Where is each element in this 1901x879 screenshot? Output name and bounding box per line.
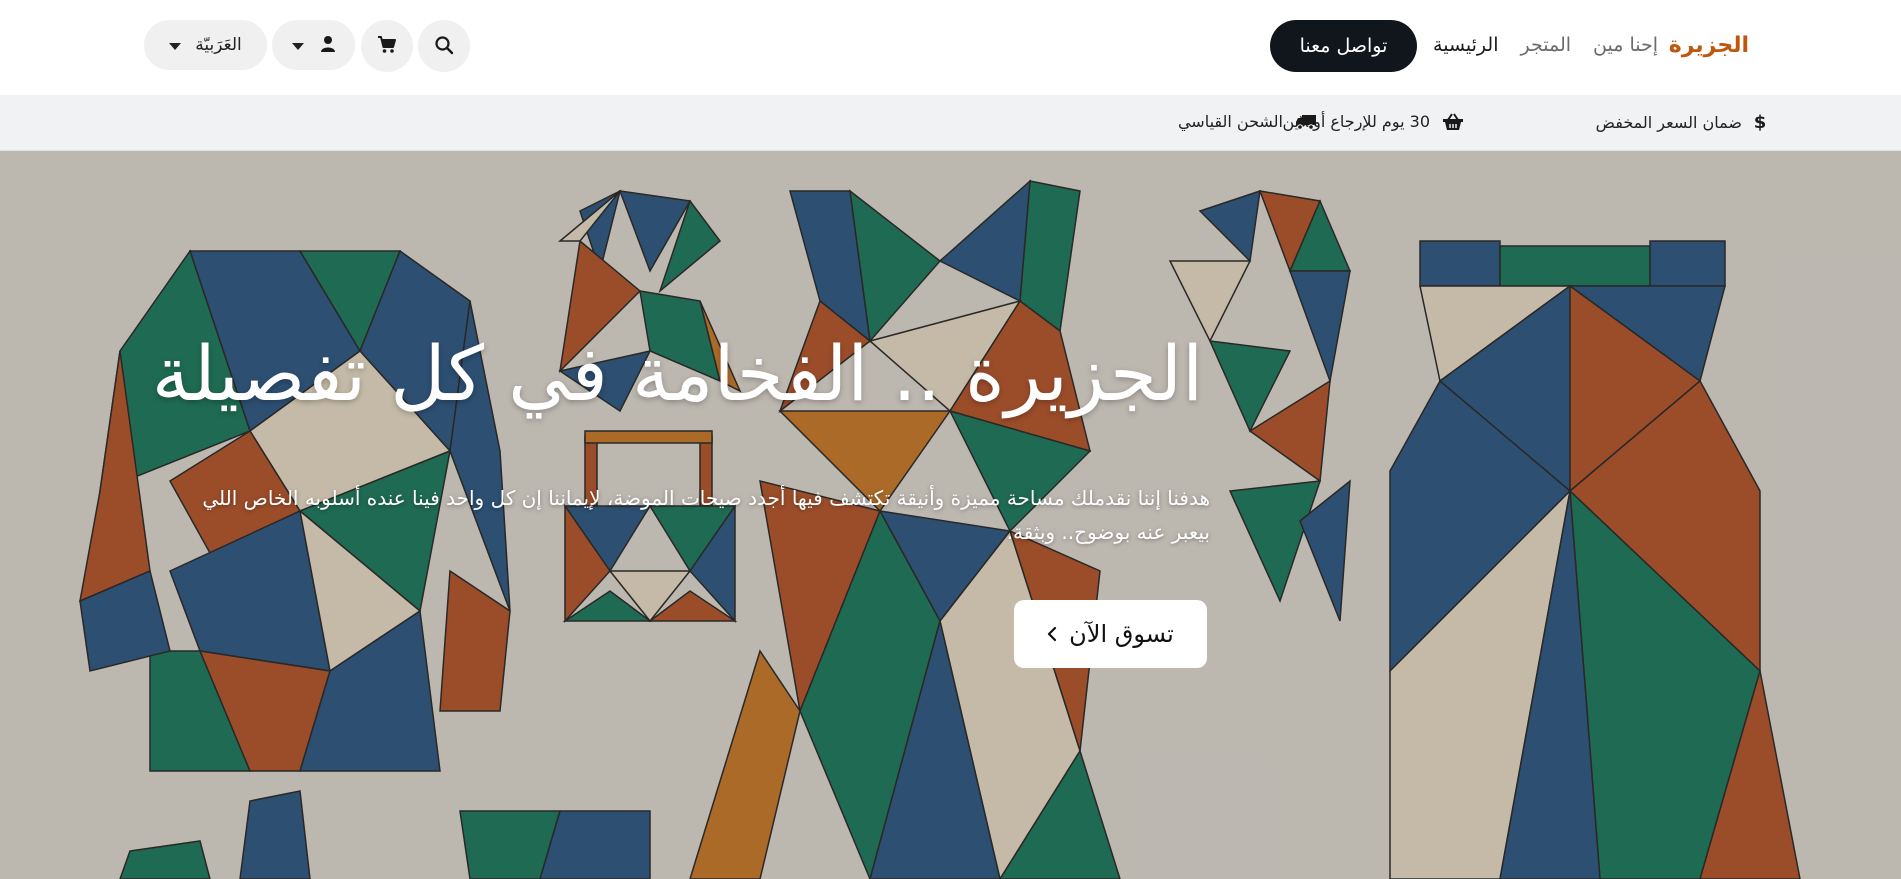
chevron-left-icon (1047, 620, 1057, 648)
chevron-down-icon (291, 38, 304, 53)
nav-item-home[interactable]: الرئيسية (1433, 34, 1498, 56)
account-menu-button[interactable] (272, 20, 355, 70)
site-logo[interactable]: الجزيرة (1669, 33, 1750, 58)
search-icon (434, 35, 454, 58)
site-header: الجزيرة الرئيسية المتجر إحنا مين تواصل م… (0, 0, 1901, 95)
contact-button[interactable]: تواصل معنا (1270, 20, 1417, 72)
search-button[interactable] (418, 20, 470, 72)
feature-label: ضمان السعر المخفض (1595, 112, 1742, 132)
user-icon (320, 35, 336, 56)
main-nav: الرئيسية المتجر إحنا مين (1433, 34, 1658, 56)
chevron-down-icon (169, 35, 182, 55)
cart-icon (377, 35, 397, 57)
language-label: العَرَبيّة (195, 35, 242, 55)
dollar-icon: $ (1754, 112, 1766, 132)
basket-icon (1442, 112, 1464, 131)
nav-item-shop[interactable]: المتجر (1520, 34, 1571, 56)
language-selector[interactable]: العَرَبيّة (144, 20, 267, 70)
truck-icon (1295, 114, 1317, 130)
cart-button[interactable] (361, 20, 413, 72)
feature-low-price: $ ضمان السعر المخفض (1596, 112, 1766, 132)
nav-item-about[interactable]: إحنا مين (1593, 34, 1658, 56)
features-strip: $ ضمان السعر المخفض 30 يوم للإرجاع أونلا… (0, 95, 1901, 151)
hero-title: الجزيرة .. الفخامة في كل تفصيلة (151, 329, 1204, 418)
feature-label: الشحن القياسي (1177, 112, 1283, 131)
shop-now-label: تسوق الآن (1069, 620, 1174, 648)
hero-description: هدفنا إننا نقدملك مساحة مميزة وأنيقة تكت… (202, 486, 1210, 544)
shop-now-button[interactable]: تسوق الآن (1014, 600, 1207, 668)
svg-text:$: $ (1754, 112, 1766, 132)
hero-banner: الجزيرة .. الفخامة في كل تفصيلة هدفنا إن… (0, 151, 1901, 879)
feature-shipping: الشحن القياسي (1178, 112, 1317, 131)
